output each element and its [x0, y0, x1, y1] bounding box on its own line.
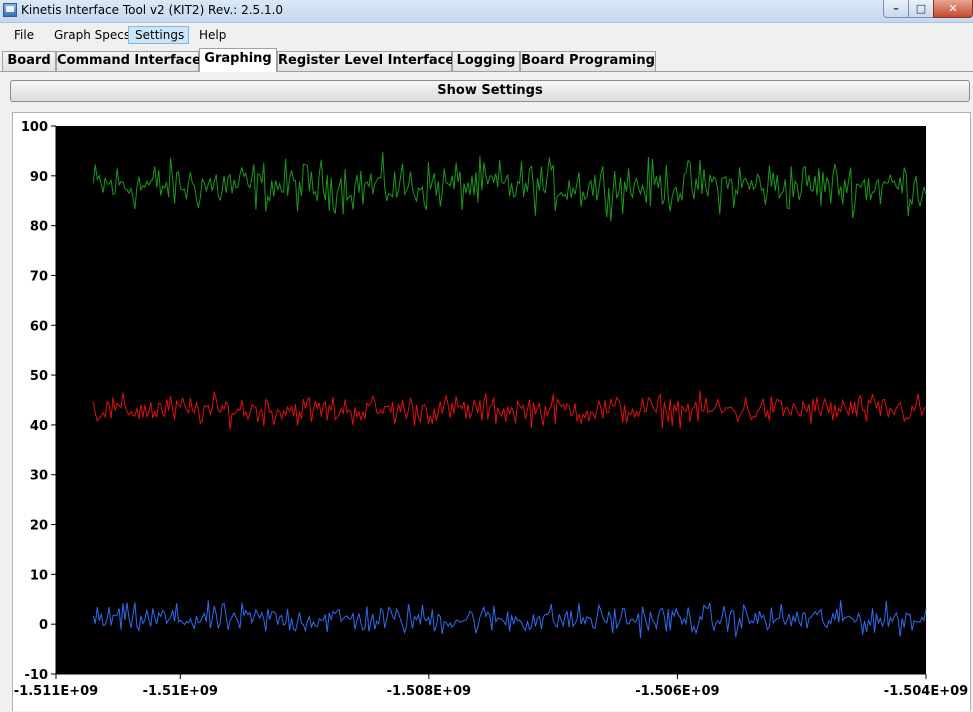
x-tick-label: -1.504E+09: [884, 684, 968, 699]
tab-divider: [0, 71, 973, 72]
x-tick-label: -1.51E+09: [143, 684, 218, 699]
y-tick-label: 30: [30, 469, 48, 484]
show-settings-button[interactable]: Show Settings: [10, 80, 970, 102]
title-bar: Kinetis Interface Tool v2 (KIT2) Rev.: 2…: [0, 0, 973, 23]
y-tick-label: 50: [30, 369, 48, 384]
menu-help[interactable]: Help: [193, 26, 232, 44]
x-tick-label: -1.511E+09: [14, 684, 98, 699]
menu-bar: File Graph Specs Settings Help: [0, 23, 973, 47]
tab-command-interface[interactable]: Command Interface: [56, 51, 201, 71]
plot-area: [56, 126, 926, 674]
y-tick-label: 60: [30, 319, 48, 334]
close-icon: ✕: [948, 2, 958, 15]
tab-logging[interactable]: Logging: [452, 51, 520, 71]
tab-strip: Board Command Interface Graphing Registe…: [0, 48, 973, 72]
x-tick-label: -1.506E+09: [635, 684, 719, 699]
window-title: Kinetis Interface Tool v2 (KIT2) Rev.: 2…: [21, 3, 284, 17]
tab-graphing[interactable]: Graphing: [199, 48, 277, 72]
close-button[interactable]: ✕: [933, 0, 973, 18]
y-tick-label: 100: [21, 120, 48, 135]
tab-board-programing[interactable]: Board Programing: [520, 51, 656, 71]
x-tick-label: -1.508E+09: [387, 684, 471, 699]
y-tick-label: -10: [25, 668, 49, 683]
maximize-button[interactable]: □: [908, 0, 934, 18]
app-icon: [3, 3, 17, 17]
menu-settings[interactable]: Settings: [128, 26, 189, 44]
minimize-icon: –: [893, 2, 899, 15]
graph-panel: -10 0 10 20 30 40 50 60 70 80 90 100 -1.511E+09 -1.51…: [12, 112, 971, 711]
menu-file[interactable]: File: [8, 26, 40, 44]
y-tick-label: 20: [30, 519, 48, 534]
minimize-button[interactable]: –: [883, 0, 909, 18]
y-tick-label: 80: [30, 220, 48, 235]
y-tick-label: 10: [30, 568, 48, 583]
y-tick-label: 0: [39, 618, 48, 633]
y-tick-label: 90: [30, 170, 48, 185]
y-tick-label: 70: [30, 269, 48, 284]
tab-board[interactable]: Board: [2, 51, 56, 71]
y-tick-label: 40: [30, 419, 48, 434]
menu-graph-specs[interactable]: Graph Specs: [48, 26, 136, 44]
tab-register-level-interface[interactable]: Register Level Interface: [277, 51, 454, 71]
line-chart: -10 0 10 20 30 40 50 60 70 80 90 100 -1.511E+09 -1.51…: [14, 120, 968, 699]
maximize-icon: □: [915, 2, 927, 15]
